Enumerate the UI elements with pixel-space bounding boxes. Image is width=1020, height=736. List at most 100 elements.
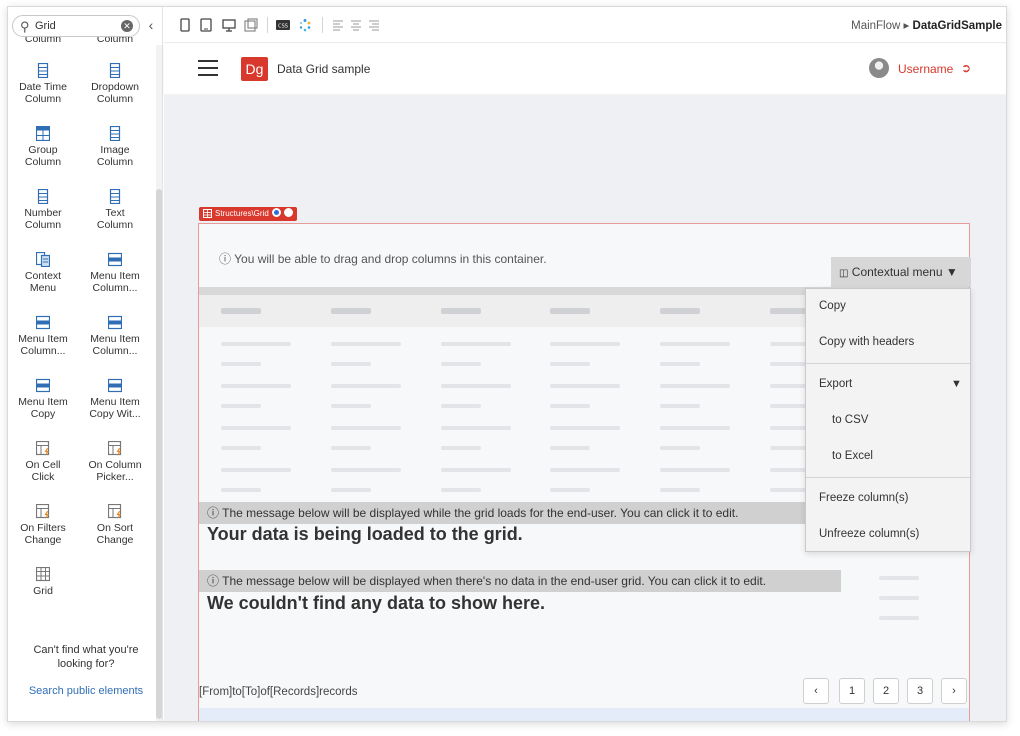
layout-preview-icon[interactable]	[244, 18, 258, 32]
context-menu-icon	[36, 252, 50, 267]
palette-item[interactable]: Dropdown Column	[80, 63, 150, 105]
align-center-icon[interactable]	[350, 18, 362, 32]
palette-item-label: Grid	[33, 585, 53, 597]
palette-item-label: Column	[96, 37, 134, 45]
skeleton-bar	[660, 426, 730, 430]
menu-item-export[interactable]: Export	[819, 378, 852, 390]
palette-search[interactable]: ⚲ ✕	[12, 15, 140, 37]
skeleton-bar	[221, 468, 291, 472]
palette-item[interactable]: Column	[8, 37, 78, 53]
palette-item[interactable]: Date Time Column	[8, 63, 78, 105]
skeleton-bar	[879, 576, 919, 580]
skeleton-bar	[221, 446, 261, 450]
menu-item-export-csv[interactable]: to CSV	[832, 414, 868, 426]
loading-spinner-icon[interactable]	[298, 18, 312, 32]
export-expand-icon[interactable]: ▼	[951, 378, 962, 390]
clear-search-icon[interactable]: ✕	[121, 20, 133, 32]
skeleton-bar	[331, 342, 401, 346]
user-avatar[interactable]	[869, 58, 889, 78]
palette-item[interactable]: Context Menu	[8, 252, 78, 294]
skeleton-bar	[550, 342, 620, 346]
palette-item[interactable]: Menu Item Column...	[8, 315, 78, 357]
search-public-elements-link[interactable]: Search public elements	[26, 684, 146, 698]
palette-item-label: Image Column	[96, 144, 134, 168]
skeleton-bar	[331, 446, 371, 450]
skeleton-bar	[441, 404, 481, 408]
pagination-prev-button[interactable]: ‹	[803, 678, 829, 704]
pagination-page-3[interactable]: 3	[907, 678, 933, 704]
column-icon	[37, 189, 49, 204]
menu-item-copy-with-headers[interactable]: Copy with headers	[819, 336, 914, 348]
app-title: Data Grid sample	[277, 62, 371, 76]
palette-item[interactable]: Grid	[8, 567, 78, 597]
grid-container[interactable]: ⓘ You will be able to drag and drop colu…	[198, 223, 971, 721]
contextual-menu-button[interactable]: ◫ Contextual menu ▼	[831, 257, 971, 287]
skeleton-bar	[770, 404, 810, 408]
skeleton-bar	[221, 362, 261, 366]
hamburger-menu-icon[interactable]	[198, 60, 218, 76]
logout-icon[interactable]: ➲	[961, 61, 971, 75]
palette-search-input[interactable]	[35, 18, 115, 34]
select-parent-dot-icon[interactable]	[271, 208, 281, 217]
grid-bottom-strip	[199, 708, 969, 721]
menu-item-copy[interactable]: Copy	[819, 300, 846, 312]
app-logo: Dg	[241, 57, 268, 81]
username-link[interactable]: Username	[898, 62, 953, 76]
align-left-icon[interactable]	[332, 18, 344, 32]
skeleton-bar	[221, 488, 261, 492]
no-data-message[interactable]: We couldn't find any data to show here.	[207, 593, 545, 614]
css-icon[interactable]: CSS	[276, 18, 290, 32]
pagination-page-2[interactable]: 2	[873, 678, 899, 704]
skeleton-bar	[221, 384, 291, 388]
event-icon	[36, 441, 50, 456]
event-icon	[108, 504, 122, 519]
palette-item[interactable]: Menu Item Copy	[8, 378, 78, 420]
palette-item[interactable]: Image Column	[80, 126, 150, 168]
menu-item-unfreeze-columns[interactable]: Unfreeze column(s)	[819, 528, 919, 540]
palette-item[interactable]: Column	[80, 37, 150, 53]
skeleton-bar	[331, 308, 371, 314]
palette-item-label: On Filters Change	[20, 522, 66, 546]
breadcrumb-parent[interactable]: MainFlow	[851, 20, 900, 32]
skeleton-bar	[221, 426, 291, 430]
palette-item[interactable]: Group Column	[8, 126, 78, 168]
collapse-palette-icon[interactable]: ‹	[144, 16, 158, 34]
select-dot-icon[interactable]	[283, 208, 293, 217]
palette-item-label: Date Time Column	[19, 81, 67, 105]
toolbar-divider	[322, 17, 323, 33]
palette-item[interactable]: On Cell Click	[8, 441, 78, 483]
structure-tag[interactable]: Structures\Grid	[199, 207, 297, 221]
menu-item-icon	[36, 315, 50, 330]
align-right-icon[interactable]	[368, 18, 380, 32]
skeleton-bar	[331, 362, 371, 366]
palette-item[interactable]: Menu Item Column...	[80, 252, 150, 294]
breadcrumb-current: DataGridSample	[912, 20, 1002, 32]
palette-item[interactable]: Text Column	[80, 189, 150, 231]
menu-item-freeze-columns[interactable]: Freeze column(s)	[819, 492, 908, 504]
pagination-next-button[interactable]: ›	[941, 678, 967, 704]
app-header: Dg Data Grid sample Username ➲	[164, 44, 1006, 94]
menu-item-icon	[108, 315, 122, 330]
no-data-hint: ⓘ The message below will be displayed wh…	[199, 570, 841, 592]
loading-message[interactable]: Your data is being loaded to the grid.	[207, 524, 523, 545]
skeleton-bar	[441, 308, 481, 314]
desktop-preview-icon[interactable]	[222, 18, 236, 32]
menu-item-export-excel[interactable]: to Excel	[832, 450, 873, 462]
palette-item[interactable]: On Filters Change	[8, 504, 78, 546]
skeleton-bar	[879, 596, 919, 600]
palette-scrollbar-thumb[interactable]	[156, 189, 162, 719]
palette-item-label: On Column Picker...	[88, 459, 142, 483]
palette-item[interactable]: On Column Picker...	[80, 441, 150, 483]
palette-item[interactable]: Menu Item Copy Wit...	[80, 378, 150, 420]
skeleton-bar	[441, 468, 511, 472]
phone-preview-icon[interactable]	[179, 18, 191, 32]
tablet-preview-icon[interactable]	[200, 18, 212, 32]
pagination-page-1[interactable]: 1	[839, 678, 865, 704]
palette-item[interactable]: On Sort Change	[80, 504, 150, 546]
menu-divider	[806, 363, 970, 364]
palette-item[interactable]: Number Column	[8, 189, 78, 231]
palette-item-label: Number Column	[24, 207, 62, 231]
skeleton-bar	[660, 362, 700, 366]
skeleton-bar	[331, 468, 401, 472]
palette-item[interactable]: Menu Item Column...	[80, 315, 150, 357]
